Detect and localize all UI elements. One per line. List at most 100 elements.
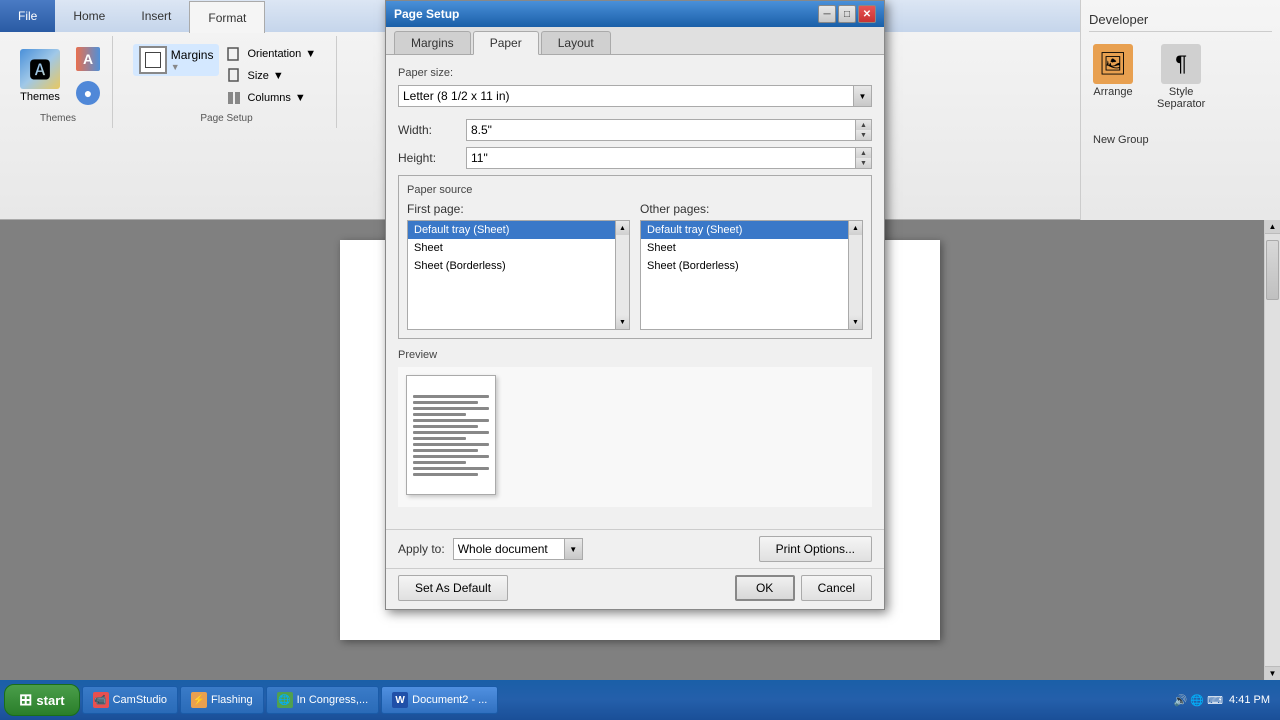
tab-file[interactable]: File — [0, 0, 55, 32]
orientation-button[interactable]: Orientation ▼ — [223, 44, 320, 64]
dialog-body: Paper size: Letter (8 1/2 x 11 in) A4 Le… — [386, 55, 884, 529]
other-pages-label: Other pages: — [640, 202, 863, 216]
ok-cancel-area: OK Cancel — [735, 575, 872, 601]
other-pages-listbox[interactable]: Default tray (Sheet) Sheet Sheet (Border… — [640, 220, 863, 330]
ribbon-theme-circle-button[interactable]: ● — [72, 79, 104, 107]
maximize-button[interactable]: □ — [838, 5, 856, 23]
preview-line-14 — [413, 473, 478, 476]
columns-button[interactable]: Columns ▼ — [223, 88, 320, 108]
taskbar: ⊞ start 📹 CamStudio ⚡ Flashing 🌐 In Cong… — [0, 680, 1280, 720]
scroll-thumb[interactable] — [1266, 240, 1279, 300]
tab-paper[interactable]: Paper — [473, 31, 539, 55]
preview-page — [406, 375, 496, 495]
first-page-item-1[interactable]: Sheet — [408, 239, 615, 257]
width-decrement-button[interactable]: ▼ — [856, 130, 871, 140]
first-page-item-2[interactable]: Sheet (Borderless) — [408, 257, 615, 275]
dialog-title: Page Setup — [394, 7, 459, 21]
taskbar-camstudio[interactable]: 📹 CamStudio — [82, 686, 178, 714]
themes-button[interactable]: 🅰 Themes — [12, 45, 68, 107]
tab-format[interactable]: Format — [189, 1, 265, 33]
other-pages-item-2[interactable]: Sheet (Borderless) — [641, 257, 848, 275]
title-buttons: ─ □ ✕ — [818, 5, 876, 23]
theme-a-icon: A — [76, 47, 100, 71]
dialog-footer: Apply to: Whole document This section Th… — [386, 529, 884, 568]
paper-size-select[interactable]: Letter (8 1/2 x 11 in) A4 Legal — [398, 85, 872, 107]
congress-icon: 🌐 — [277, 692, 293, 708]
close-button[interactable]: ✕ — [858, 5, 876, 23]
paper-size-select-wrap: Letter (8 1/2 x 11 in) A4 Legal ▼ — [398, 85, 872, 107]
cancel-button[interactable]: Cancel — [801, 575, 872, 601]
other-pages-item-0[interactable]: Default tray (Sheet) — [641, 221, 848, 239]
dialog-titlebar: Page Setup ─ □ ✕ — [386, 1, 884, 27]
ribbon-theme-a-button[interactable]: A — [72, 45, 104, 73]
set-as-default-button[interactable]: Set As Default — [398, 575, 508, 601]
first-page-scroll-up[interactable]: ▲ — [616, 221, 629, 235]
taskbar-document[interactable]: W Document2 - ... — [381, 686, 498, 714]
margins-icon — [139, 46, 167, 74]
system-icons: 🔊 🌐 ⌨ — [1174, 694, 1223, 707]
width-spinner-wrap: ▲ ▼ — [466, 119, 872, 141]
first-page-col: First page: Default tray (Sheet) Sheet S… — [407, 202, 630, 330]
tab-insert[interactable]: Insert — [123, 0, 189, 32]
paper-source-section: Paper source First page: Default tray (S… — [398, 175, 872, 339]
first-page-item-0[interactable]: Default tray (Sheet) — [408, 221, 615, 239]
size-button[interactable]: Size ▼ — [223, 66, 320, 86]
width-label: Width: — [398, 123, 458, 137]
height-increment-button[interactable]: ▲ — [856, 148, 871, 158]
print-options-button[interactable]: Print Options... — [759, 536, 872, 562]
preview-section: Preview — [398, 349, 872, 507]
tab-layout[interactable]: Layout — [541, 31, 611, 54]
preview-line-4 — [413, 413, 466, 416]
ok-button[interactable]: OK — [735, 575, 795, 601]
columns-icon — [227, 90, 243, 106]
other-pages-scroll-down[interactable]: ▼ — [849, 315, 862, 329]
start-button[interactable]: ⊞ start — [4, 684, 80, 716]
preview-line-1 — [413, 395, 489, 398]
height-input[interactable] — [466, 147, 872, 169]
first-page-scroll-down[interactable]: ▼ — [616, 315, 629, 329]
other-pages-col: Other pages: Default tray (Sheet) Sheet … — [640, 202, 863, 330]
width-increment-button[interactable]: ▲ — [856, 120, 871, 130]
minimize-button[interactable]: ─ — [818, 5, 836, 23]
theme-circle-icon: ● — [76, 81, 100, 105]
vertical-scrollbar[interactable]: ▲ ▼ — [1264, 220, 1280, 680]
style-separator-button[interactable]: ¶ StyleSeparator — [1153, 40, 1209, 114]
scroll-down-button[interactable]: ▼ — [1265, 666, 1280, 680]
arrange-button[interactable]: 🖼 Arrange — [1089, 40, 1137, 114]
apply-to-label: Apply to: — [398, 542, 445, 556]
preview-line-13 — [413, 467, 489, 470]
orientation-icon — [227, 46, 243, 62]
margins-button[interactable]: Margins ▼ — [133, 44, 220, 76]
page-setup-dialog: Page Setup ─ □ ✕ Margins Paper Layout Pa… — [385, 0, 885, 610]
preview-line-5 — [413, 419, 489, 422]
preview-line-6 — [413, 425, 478, 428]
preview-line-10 — [413, 449, 478, 452]
other-pages-scrollbar[interactable]: ▲ ▼ — [848, 221, 862, 329]
right-panel: Developer 🖼 Arrange ¶ StyleSeparator New… — [1080, 0, 1280, 220]
height-decrement-button[interactable]: ▼ — [856, 158, 871, 168]
right-panel-items: 🖼 Arrange ¶ StyleSeparator New Group — [1089, 40, 1272, 150]
width-input[interactable] — [466, 119, 872, 141]
print-options-area: Print Options... — [759, 536, 872, 562]
developer-tab-label: Developer — [1089, 8, 1272, 32]
preview-box — [398, 367, 872, 507]
taskbar-flashing[interactable]: ⚡ Flashing — [180, 686, 264, 714]
first-page-scrollbar[interactable]: ▲ ▼ — [615, 221, 629, 329]
other-pages-scroll-up[interactable]: ▲ — [849, 221, 862, 235]
taskbar-congress[interactable]: 🌐 In Congress,... — [266, 686, 380, 714]
first-page-scroll-track — [616, 235, 629, 315]
preview-line-11 — [413, 455, 489, 458]
first-page-listbox[interactable]: Default tray (Sheet) Sheet Sheet (Border… — [407, 220, 630, 330]
themes-icon: 🅰 — [20, 49, 60, 89]
tab-home[interactable]: Home — [55, 0, 123, 32]
apply-to-select[interactable]: Whole document This section This point f… — [453, 538, 583, 560]
first-page-label: First page: — [407, 202, 630, 216]
tab-margins[interactable]: Margins — [394, 31, 471, 54]
scroll-up-button[interactable]: ▲ — [1265, 220, 1280, 234]
dialog-tab-bar: Margins Paper Layout — [386, 27, 884, 55]
camstudio-icon: 📹 — [93, 692, 109, 708]
apply-to-area: Apply to: Whole document This section Th… — [398, 538, 583, 560]
other-pages-item-1[interactable]: Sheet — [641, 239, 848, 257]
clock: 4:41 PM — [1229, 694, 1270, 706]
new-group-button[interactable]: New Group — [1089, 130, 1153, 150]
